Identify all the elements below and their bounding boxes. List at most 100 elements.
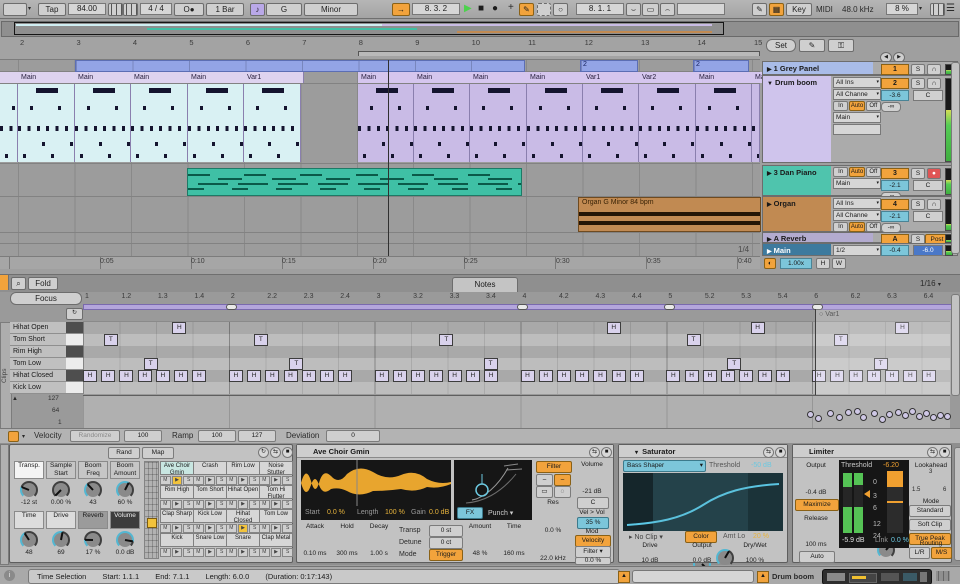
volume-field[interactable]: -2.1 — [881, 211, 909, 222]
fold-button[interactable]: Fold — [28, 277, 58, 290]
macro-dial[interactable] — [52, 531, 70, 549]
drum-note[interactable]: H — [593, 370, 608, 382]
drum-note[interactable]: H — [83, 370, 97, 382]
midi-clip-body[interactable] — [0, 84, 18, 162]
count-in-icon[interactable] — [123, 3, 138, 16]
drum-note[interactable]: H — [392, 370, 407, 382]
monitor-auto-button[interactable]: Auto — [849, 167, 865, 177]
drum-note[interactable]: H — [739, 370, 754, 382]
transp-field[interactable]: 0 st — [429, 525, 463, 537]
solo-button[interactable]: S — [911, 64, 925, 75]
ramp-start-field[interactable]: 100 — [198, 430, 236, 442]
length-value[interactable]: 100 % — [385, 509, 405, 516]
pad-mute-button[interactable]: M — [226, 548, 237, 557]
cpu-caret-icon[interactable]: ▾ — [919, 5, 922, 12]
arrangement-tracks-area[interactable]: 22 Main Main Main Main Var1 Main Main Main Main V… — [0, 60, 763, 257]
pad-solo-button[interactable]: S — [282, 524, 294, 533]
selection-box-button[interactable] — [537, 3, 551, 16]
gain-value[interactable]: 0.0 dB — [429, 509, 449, 516]
threshold-value[interactable]: -50 dB — [751, 462, 772, 469]
track-name-grey-panel[interactable]: ▶ 1 Grey Panel — [763, 62, 873, 74]
fold-icon[interactable]: ▾ — [635, 450, 638, 456]
volume-field[interactable]: -3.6 — [881, 90, 909, 101]
macro-dial[interactable] — [84, 531, 102, 549]
fx-mode-select[interactable]: Punch ▾ — [488, 509, 513, 517]
locator-segment[interactable] — [75, 60, 525, 72]
link-value[interactable]: 0.0 % — [891, 537, 909, 544]
fold-icon[interactable]: ▶ — [767, 249, 772, 255]
drum-note[interactable]: T — [289, 358, 304, 370]
pad-solo-button[interactable]: S — [282, 500, 294, 509]
track-name-organ[interactable]: ▶ Organ — [763, 197, 831, 231]
drum-note[interactable]: T — [143, 358, 158, 370]
pad-play-button[interactable]: ▶ — [171, 476, 183, 485]
drum-note[interactable]: H — [172, 322, 187, 334]
macro-knob-cell[interactable]: Boom Amount 60 % — [110, 461, 140, 506]
drum-pad[interactable]: Clap Sharp M ▶ S — [160, 509, 195, 533]
drum-note[interactable]: H — [866, 370, 881, 382]
drum-note[interactable]: H — [192, 370, 207, 382]
arrangement-loop-brace[interactable] — [358, 51, 760, 56]
pad-play-button[interactable]: ▶ — [171, 548, 183, 557]
map-button[interactable]: Map — [142, 447, 174, 459]
drum-note[interactable]: H — [119, 370, 134, 382]
release-value[interactable]: 100 ms — [797, 541, 835, 548]
pan-field[interactable]: C — [913, 180, 943, 191]
drum-note[interactable]: H — [319, 370, 334, 382]
hot-swap-icon[interactable]: ⇆ — [927, 447, 938, 458]
save-preset-icon[interactable]: ■ — [601, 447, 612, 458]
device-left-strip[interactable] — [0, 444, 9, 565]
clip-name-bar[interactable]: Var2 — [639, 72, 699, 83]
metronome-icon[interactable] — [108, 3, 123, 16]
options-caret-icon[interactable]: ▾ — [28, 5, 31, 12]
track-number-badge[interactable]: 1 — [881, 64, 909, 75]
status-empty-field[interactable] — [632, 570, 754, 583]
drum-note[interactable]: H — [338, 370, 353, 382]
shaper-type-select[interactable]: Bass Shaper ▾ — [623, 460, 706, 472]
track-name-dan-piano[interactable]: ▶ 3 Dan Piano — [763, 166, 831, 195]
drum-row-key[interactable] — [66, 358, 84, 370]
pad-play-button[interactable]: ▶ — [237, 476, 249, 485]
pad-play-button[interactable]: ▶ — [171, 524, 183, 533]
lane-toggle[interactable] — [8, 431, 19, 442]
organ-audio-clip[interactable]: Organ G Minor 84 bpm — [578, 197, 761, 232]
cue-volume-field[interactable]: -6.0 — [913, 245, 943, 256]
macro-variations-icon[interactable]: ↻ — [258, 447, 269, 458]
drum-note[interactable]: H — [921, 370, 936, 382]
clip-mode-select[interactable]: ▸ No Clip ▾ — [629, 533, 663, 541]
clip-name-bar[interactable]: Main — [188, 72, 247, 83]
hold-value[interactable]: 300 ms — [331, 550, 363, 557]
send-a-field[interactable]: -∞ — [881, 102, 901, 112]
output-select[interactable]: Main ▾ — [833, 112, 881, 123]
drum-row-label[interactable]: Tom Low — [10, 358, 69, 370]
midi-clip-body[interactable] — [752, 84, 760, 162]
save-preset-icon[interactable]: ■ — [939, 447, 950, 458]
macro-dial[interactable] — [20, 481, 38, 499]
pad-mute-button[interactable]: M — [160, 548, 171, 557]
drum-note[interactable]: H — [484, 370, 499, 382]
attack-value[interactable]: 0.10 ms — [299, 550, 331, 557]
filter-type-lowpass[interactable]: ⌢ — [536, 474, 553, 486]
track-name-reverb[interactable]: ▶ A Reverb — [763, 233, 873, 242]
drum-pad[interactable]: Tom Low M ▶ S — [259, 509, 294, 533]
pad-mute-button[interactable]: M — [193, 548, 204, 557]
drum-note[interactable]: T — [253, 334, 268, 346]
drum-row-label[interactable]: Rim High — [10, 346, 69, 358]
midi-indicator[interactable]: MIDI — [816, 5, 833, 14]
device-title[interactable]: Ave Choir Gmin — [297, 445, 613, 458]
drum-pad[interactable]: Hihat Open M ▶ S — [226, 485, 261, 509]
time-value[interactable]: 160 ms — [497, 550, 531, 557]
window-options-button[interactable] — [3, 3, 27, 16]
volume-field[interactable]: -2.1 — [881, 180, 909, 191]
macro-knob-cell[interactable]: Transp. -12 st — [14, 461, 44, 506]
overdub-plus-button[interactable]: + — [508, 2, 514, 13]
drywet-value[interactable]: 100 % — [737, 557, 773, 564]
width-zoom-button[interactable]: W — [832, 258, 846, 269]
midi-clip-body[interactable] — [75, 84, 131, 162]
track-name-main[interactable]: ▶ Main — [763, 244, 831, 255]
midi-clip-body[interactable] — [414, 84, 470, 162]
pad-solo-button[interactable]: S — [282, 476, 294, 485]
save-preset-icon[interactable]: ■ — [775, 447, 786, 458]
pan-field[interactable]: C — [913, 90, 943, 101]
macro-knob-cell[interactable]: Time 48 — [14, 511, 44, 556]
